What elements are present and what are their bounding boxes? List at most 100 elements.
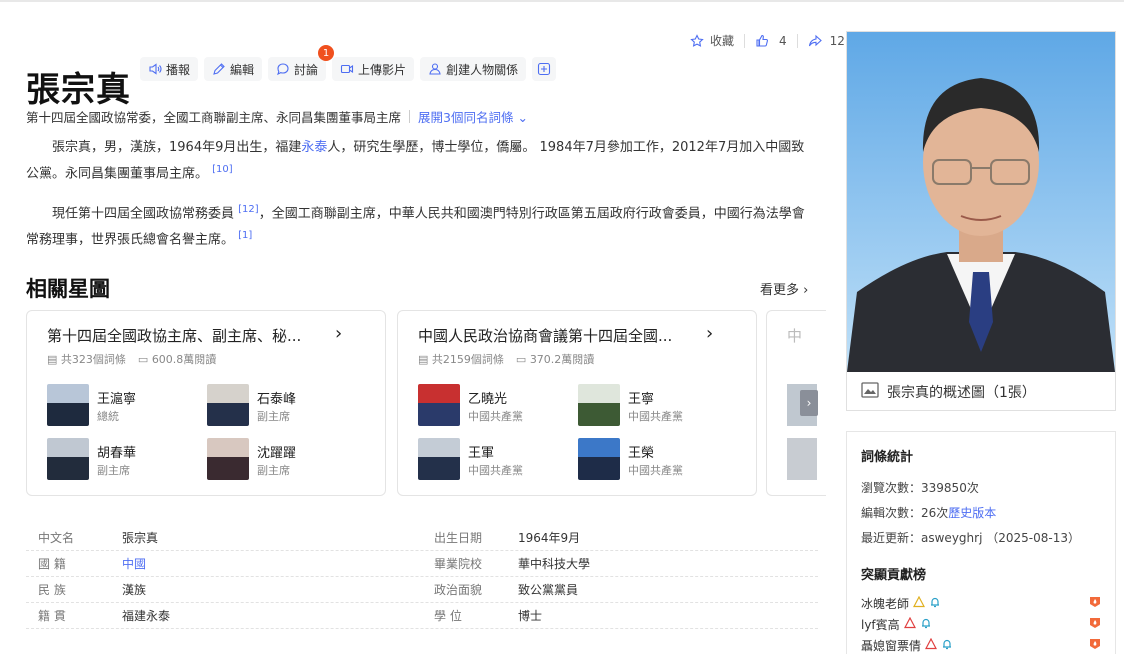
edit-button[interactable]: 編輯: [204, 57, 263, 81]
upload-video-button[interactable]: 上傳影片: [332, 57, 415, 81]
info-label: 中文名: [38, 531, 75, 545]
bell-badge-icon: [941, 638, 953, 653]
flame-badge-icon: [1089, 638, 1101, 653]
chevron-right-icon: ›: [706, 323, 714, 344]
person-item[interactable]: 石泰峰 副主席: [207, 384, 357, 428]
card-title-text: 第十四屆全國政協主席、副主席、秘...: [47, 327, 302, 345]
info-label: 國 籍: [38, 557, 66, 571]
card-title[interactable]: 第十四屆全國政協主席、副主席、秘... ›: [47, 323, 347, 346]
chevron-right-icon: ›: [335, 323, 343, 344]
card-title-text: 中: [787, 327, 803, 345]
discuss-button[interactable]: 討論 1: [268, 45, 335, 81]
edits-label: 編輯次數：: [861, 506, 922, 520]
reference-12[interactable]: [12]: [238, 204, 259, 215]
person-item[interactable]: 王軍 中國共產黨: [418, 438, 568, 482]
nationality-link[interactable]: 中國: [122, 555, 422, 572]
contrib-title: 突顯貢獻榜: [861, 568, 927, 583]
see-more-link[interactable]: 看更多 ›: [760, 279, 808, 298]
entry-toolbar: 播報 編輯 討論 1 上傳影片 創建人物關係: [140, 45, 557, 81]
basic-info-table: 中文名 張宗真 出生日期 1964年9月 國 籍 中國 畢業院校 華中科技大學 …: [26, 525, 818, 629]
summary-paragraph-1: 張宗真，男，漢族，1964年9月出生，福建永泰人，研究生學歷，博士學位，僑屬。 …: [26, 137, 810, 185]
related-card[interactable]: 中國人民政治協商會議第十四屆全國... › ▤ 共2159個詞條 ▭ 370.2萬…: [397, 310, 757, 496]
contributor-row[interactable]: 聶媳窗票倩: [861, 635, 1101, 654]
info-value: 福建永泰: [122, 609, 171, 623]
person-item[interactable]: 胡春華 副主席: [47, 438, 197, 482]
person-item[interactable]: 王榮 中國共產黨: [578, 438, 728, 482]
info-value: 漢族: [122, 583, 147, 597]
info-label: 畢業院校: [434, 557, 483, 571]
history-version-link[interactable]: 歷史版本: [948, 506, 996, 520]
info-value: 華中科技大學: [518, 557, 591, 571]
chevron-right-icon: ›: [806, 396, 812, 410]
reference-10[interactable]: [10]: [212, 164, 233, 175]
info-label: 學 位: [434, 609, 462, 623]
person-item[interactable]: 沈躍躍 副主席: [207, 438, 357, 482]
document-icon: ▤: [418, 353, 429, 366]
yongtai-link[interactable]: 永泰: [301, 140, 327, 155]
video-camera-icon: [340, 62, 354, 76]
pencil-icon: [212, 62, 226, 76]
contributor-name: 聶媳窗票倩: [861, 639, 922, 653]
avatar: [207, 438, 249, 480]
photo-caption[interactable]: 張宗真的概述圖（1張）: [847, 372, 1115, 410]
share-count: 12: [829, 33, 845, 48]
info-label: 政治面貌: [434, 583, 483, 597]
edits-line: 編輯次數：26次歷史版本: [861, 504, 1101, 521]
create-relation-button[interactable]: 創建人物關係: [420, 57, 527, 81]
views-text: 600.8萬閱讀: [151, 353, 217, 366]
contributor-row[interactable]: 冰魄老師: [861, 593, 1101, 614]
views-text: 370.2萬閱讀: [529, 353, 595, 366]
reference-1[interactable]: [1]: [238, 230, 252, 241]
card-title[interactable]: 中國人民政治協商會議第十四屆全國... ›: [418, 323, 718, 346]
avatar: [207, 384, 249, 426]
contributor-row[interactable]: lyf賓高: [861, 614, 1101, 635]
edits-value: 26次: [921, 506, 949, 520]
like-button[interactable]: 4: [755, 34, 787, 48]
document-icon: ▤: [47, 353, 58, 366]
entries-text: 共323個詞條: [60, 353, 126, 366]
avatar: [418, 438, 460, 480]
share-button[interactable]: 12: [808, 34, 845, 48]
bell-badge-icon: [920, 617, 932, 632]
flame-badge-icon: [1089, 596, 1101, 611]
thumbs-up-icon: [755, 34, 769, 48]
info-row: 國 籍 中國 畢業院校 華中科技大學: [26, 551, 818, 577]
person-item[interactable]: 王寧 中國共產黨: [578, 384, 728, 428]
views-value: 339850次: [921, 481, 979, 495]
person-name: 沈躍躍: [257, 446, 297, 461]
entries-count: ▤ 共323個詞條: [47, 351, 126, 367]
person-name: 乙曉光: [468, 392, 508, 407]
avatar: [418, 384, 460, 426]
carousel-next-button[interactable]: ›: [800, 390, 818, 416]
bell-badge-icon: [929, 596, 941, 611]
person-item[interactable]: 王滬寧 總統: [47, 384, 197, 428]
person-name: 王軍: [468, 446, 495, 461]
info-row: 中文名 張宗真 出生日期 1964年9月: [26, 525, 818, 551]
person-item[interactable]: 乙曉光 中國共產黨: [418, 384, 568, 428]
favorite-button[interactable]: 收藏: [690, 32, 734, 49]
contributor-name: lyf賓高: [861, 618, 900, 632]
info-value: 張宗真: [122, 531, 159, 545]
related-section-title: 相關星圖: [26, 277, 110, 301]
divider: [796, 33, 798, 48]
broadcast-button[interactable]: 播報: [140, 57, 199, 81]
image-gallery-icon: [861, 382, 879, 402]
plus-icon: [537, 62, 551, 76]
person-role: 副主席: [97, 464, 130, 477]
photo-caption-text: 張宗真的概述圖（1張）: [887, 385, 1036, 401]
views-line: 瀏覽次數：339850次: [861, 479, 1101, 496]
info-label: 籍 貫: [38, 609, 66, 623]
portrait-image: [847, 32, 1115, 372]
more-button[interactable]: [532, 57, 557, 81]
related-card[interactable]: 第十四屆全國政協主席、副主席、秘... › ▤ 共323個詞條 ▭ 600.8萬閱…: [26, 310, 386, 496]
warning-badge-icon: [913, 595, 926, 611]
people-icon: [428, 62, 442, 76]
card-meta: ▤ 共323個詞條 ▭ 600.8萬閱讀: [47, 351, 216, 367]
portrait-photo[interactable]: 張宗真的概述圖（1張）: [846, 31, 1116, 411]
person-role: 總統: [97, 410, 119, 423]
expand-homonyms-link[interactable]: 展開3個同名詞條 ⌄: [418, 107, 528, 126]
contributor-name: 冰魄老師: [861, 597, 910, 611]
share-icon: [808, 34, 822, 48]
stats-title: 詞條統計: [861, 450, 914, 465]
avatar: [578, 438, 620, 480]
